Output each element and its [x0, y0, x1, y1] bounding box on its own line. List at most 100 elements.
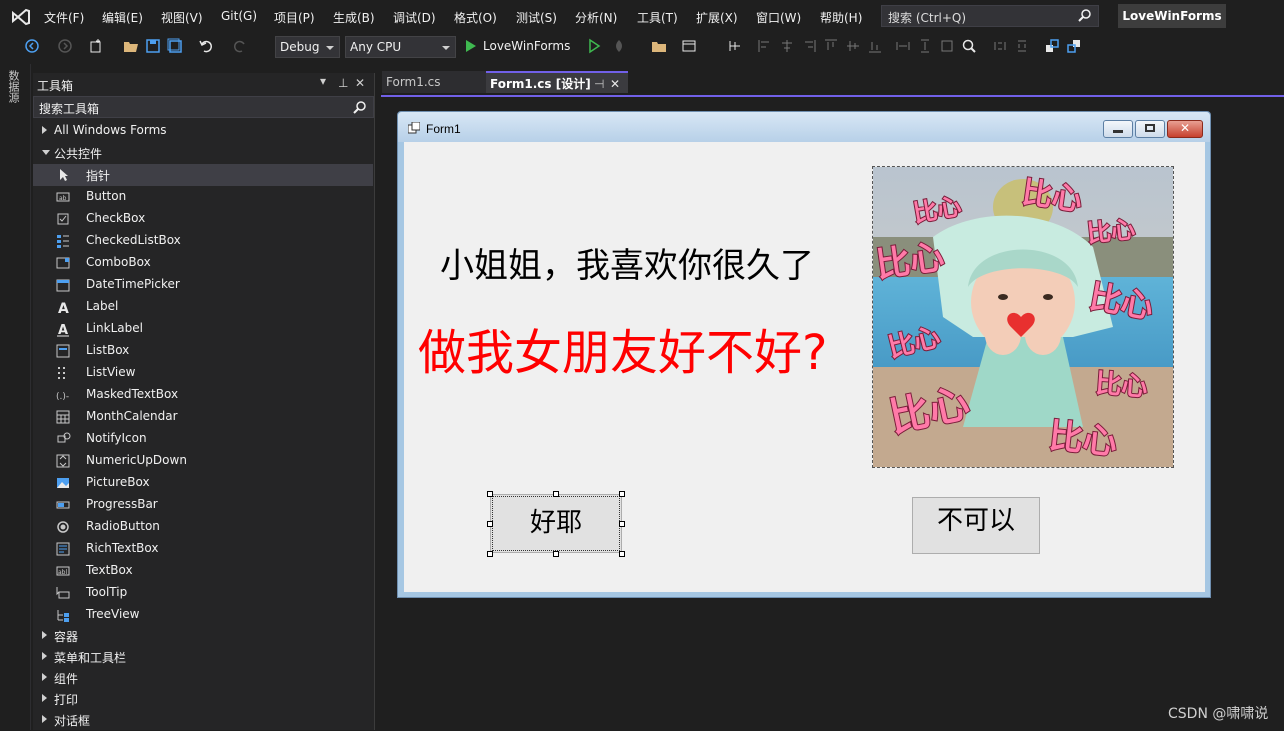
close-tab-icon[interactable]: ✕ — [610, 73, 620, 95]
toolbox-item[interactable]: A LinkLabel — [33, 318, 373, 340]
tab-form1-design[interactable]: Form1.cs [设计] ⊣ ✕ — [486, 71, 628, 93]
window-layout-icon[interactable] — [681, 38, 697, 54]
align-centers-icon[interactable] — [779, 38, 795, 54]
toolbox-category[interactable]: 菜单和工具栏 — [33, 646, 373, 668]
panel-menu-chevron-icon[interactable]: ▾ — [320, 74, 326, 88]
menu-format[interactable]: 格式(O) — [454, 9, 497, 26]
menu-view[interactable]: 视图(V) — [161, 9, 203, 26]
selection-handle[interactable] — [619, 551, 625, 557]
menu-test[interactable]: 测试(S) — [516, 9, 557, 26]
redo-icon[interactable] — [232, 38, 248, 54]
toolbox-item[interactable]: RadioButton — [33, 516, 373, 538]
collapsed-triangle-icon[interactable] — [42, 631, 47, 639]
selection-handle[interactable] — [553, 551, 559, 557]
hot-reload-icon[interactable] — [611, 38, 627, 54]
toolbox-item[interactable]: CheckBox — [33, 208, 373, 230]
toolbox-item[interactable]: ToolTip — [33, 582, 373, 604]
collapsed-triangle-icon[interactable] — [42, 652, 47, 660]
toolbox-item[interactable]: MonthCalendar — [33, 406, 373, 428]
menu-project[interactable]: 项目(P) — [274, 9, 315, 26]
bring-to-front-icon[interactable] — [1044, 38, 1060, 54]
toolbox-item[interactable]: (.)- MaskedTextBox — [33, 384, 373, 406]
toolbox-item[interactable]: ComboBox — [33, 252, 373, 274]
toolbox-item[interactable]: CheckedListBox — [33, 230, 373, 252]
align-middles-icon[interactable] — [845, 38, 861, 54]
save-all-icon[interactable] — [167, 38, 183, 54]
align-to-grid-icon[interactable] — [727, 38, 743, 54]
close-button[interactable]: ✕ — [1167, 120, 1203, 138]
close-icon[interactable]: ✕ — [355, 76, 365, 90]
send-to-back-icon[interactable] — [1066, 38, 1082, 54]
make-same-width-icon[interactable] — [895, 38, 911, 54]
save-icon[interactable] — [145, 38, 161, 54]
selection-handle[interactable] — [487, 491, 493, 497]
selection-handle[interactable] — [553, 491, 559, 497]
make-same-size-icon[interactable] — [939, 38, 955, 54]
maximize-button[interactable] — [1135, 120, 1165, 138]
toolbox-category[interactable]: 容器 — [33, 625, 373, 647]
expanded-triangle-icon[interactable] — [42, 150, 50, 155]
toolbox-category[interactable]: All Windows Forms — [33, 120, 373, 142]
start-without-debug-icon[interactable] — [586, 38, 602, 54]
toolbox-category[interactable]: 打印 — [33, 688, 373, 710]
data-sources-tab[interactable]: 数据源 — [7, 70, 21, 103]
toolbox-item[interactable]: RichTextBox — [33, 538, 373, 560]
menu-git[interactable]: Git(G) — [221, 9, 257, 23]
toolbox-item[interactable]: PictureBox — [33, 472, 373, 494]
toolbox-search-input[interactable]: 搜索工具箱 — [33, 96, 374, 118]
toolbox-item[interactable]: A Label — [33, 296, 373, 318]
no-button[interactable]: 不可以 — [912, 497, 1040, 554]
visual-studio-logo-icon[interactable] — [10, 6, 32, 28]
pin-icon[interactable]: ⊥ — [338, 76, 348, 90]
toolbox-category[interactable]: 公共控件 — [33, 142, 373, 164]
toolbox-item[interactable]: NumericUpDown — [33, 450, 373, 472]
menu-window[interactable]: 窗口(W) — [756, 9, 801, 26]
toolbox-item[interactable]: ListBox — [33, 340, 373, 362]
menu-tools[interactable]: 工具(T) — [637, 9, 678, 26]
platform-dropdown[interactable]: Any CPU — [345, 36, 456, 58]
toolbox-item[interactable]: ab Button — [33, 186, 373, 208]
menu-debug[interactable]: 调试(D) — [393, 9, 436, 26]
menu-build[interactable]: 生成(B) — [333, 9, 375, 26]
forward-icon[interactable] — [57, 38, 73, 54]
menu-analyze[interactable]: 分析(N) — [575, 9, 617, 26]
toolbox-item[interactable]: ProgressBar — [33, 494, 373, 516]
menu-extensions[interactable]: 扩展(X) — [696, 9, 738, 26]
toolbox-item[interactable]: DateTimePicker — [33, 274, 373, 296]
make-same-height-icon[interactable] — [917, 38, 933, 54]
align-lefts-icon[interactable] — [757, 38, 773, 54]
solution-explorer-icon[interactable] — [651, 38, 667, 54]
vertical-spacing-icon[interactable] — [1014, 38, 1030, 54]
toolbox-category[interactable]: 对话框 — [33, 709, 373, 731]
picture-box[interactable]: 比心 比心 比心 比心 比心 比心 比心 比心 比心 — [872, 166, 1174, 468]
label-confession[interactable]: 小姐姐，我喜欢你很久了 — [440, 238, 814, 287]
collapsed-triangle-icon[interactable] — [42, 694, 47, 702]
menu-edit[interactable]: 编辑(E) — [102, 9, 143, 26]
toolbox-category[interactable]: 组件 — [33, 667, 373, 689]
toolbox-item[interactable]: NotifyIcon — [33, 428, 373, 450]
toolbox-item[interactable]: ListView — [33, 362, 373, 384]
selection-handle[interactable] — [487, 551, 493, 557]
selection-handle[interactable] — [619, 491, 625, 497]
yes-button[interactable]: 好耶 — [490, 494, 622, 553]
zoom-icon[interactable] — [961, 38, 977, 54]
selection-handle[interactable] — [619, 521, 625, 527]
align-tops-icon[interactable] — [823, 38, 839, 54]
back-icon[interactable] — [24, 38, 40, 54]
selection-handle[interactable] — [487, 521, 493, 527]
toolbox-item[interactable]: TreeView — [33, 604, 373, 626]
toolbox-item[interactable]: abl TextBox — [33, 560, 373, 582]
pin-tab-icon[interactable]: ⊣ — [594, 73, 604, 95]
collapsed-triangle-icon[interactable] — [42, 715, 47, 723]
menu-help[interactable]: 帮助(H) — [820, 9, 862, 26]
new-project-icon[interactable] — [88, 38, 104, 54]
form-window[interactable]: Form1 ✕ 小姐姐，我喜欢你很久了 做我女朋友好不好? 比心 比心 比心 比… — [397, 111, 1211, 598]
toolbox-item[interactable]: 指针 — [33, 164, 373, 186]
solution-name-badge[interactable]: LoveWinForms — [1118, 4, 1226, 28]
search-input[interactable]: 搜索 (Ctrl+Q) — [881, 5, 1099, 27]
label-question[interactable]: 做我女朋友好不好? — [418, 313, 827, 383]
menu-file[interactable]: 文件(F) — [44, 9, 84, 26]
tab-form1-cs[interactable]: Form1.cs — [382, 71, 486, 93]
undo-icon[interactable] — [198, 38, 214, 54]
minimize-button[interactable] — [1103, 120, 1133, 138]
